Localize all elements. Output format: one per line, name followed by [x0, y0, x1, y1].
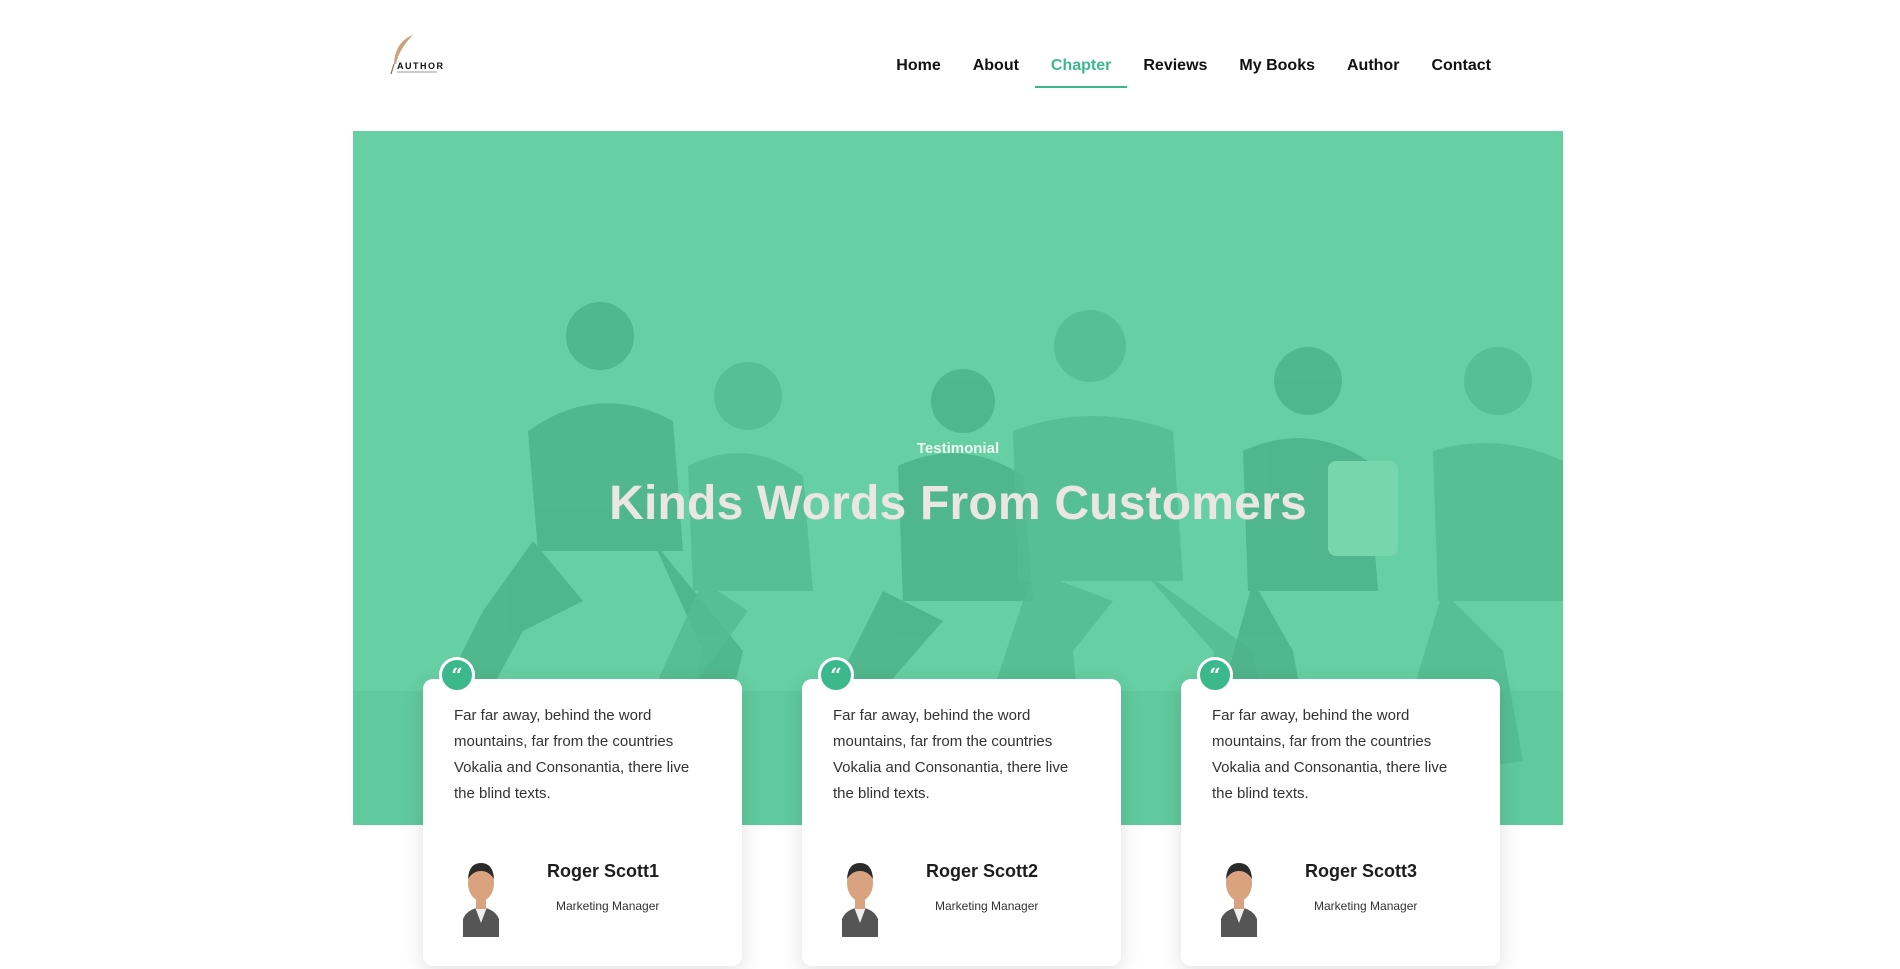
testimonial-text: Far far away, behind the word mountains,…: [833, 707, 1069, 802]
nav-my-books[interactable]: My Books: [1223, 56, 1331, 88]
avatar: [842, 863, 878, 937]
testimonial-name: Roger Scott1: [547, 861, 660, 881]
testimonial-role: Marketing Manager: [1314, 899, 1418, 913]
testimonial-name: Roger Scott3: [1305, 861, 1418, 881]
nav-about[interactable]: About: [957, 56, 1035, 88]
avatar: [463, 863, 499, 937]
nav-author[interactable]: Author: [1331, 56, 1415, 88]
section-title: Kinds Words From Customers: [609, 477, 1307, 530]
avatar: [1221, 863, 1257, 937]
testimonial-card: “ Far far away, behind the word mountain…: [802, 657, 1121, 966]
main-nav: Home About Chapter Reviews My Books Auth…: [880, 56, 1507, 88]
testimonial-text: Far far away, behind the word mountains,…: [454, 707, 690, 802]
nav-chapter[interactable]: Chapter: [1034, 56, 1128, 88]
testimonial-role: Marketing Manager: [935, 899, 1039, 913]
testimonial-card: “ Far far away, behind the word mountain…: [423, 657, 742, 966]
testimonial-text: Far far away, behind the word mountains,…: [1212, 707, 1448, 802]
nav-home[interactable]: Home: [880, 56, 956, 88]
site-logo[interactable]: AUTHOR: [388, 34, 450, 74]
testimonial-name: Roger Scott2: [926, 861, 1039, 881]
testimonial-role: Marketing Manager: [556, 899, 660, 913]
logo-tagline-line: [397, 71, 437, 73]
quote-icon: “: [818, 657, 854, 693]
testimonial-card: “ Far far away, behind the word mountain…: [1181, 657, 1500, 966]
quote-icon: “: [1197, 657, 1233, 693]
nav-reviews[interactable]: Reviews: [1127, 56, 1223, 88]
nav-contact[interactable]: Contact: [1415, 56, 1507, 88]
logo-text: AUTHOR: [397, 61, 445, 71]
section-eyebrow: Testimonial: [916, 440, 1000, 457]
quote-icon: “: [439, 657, 475, 693]
